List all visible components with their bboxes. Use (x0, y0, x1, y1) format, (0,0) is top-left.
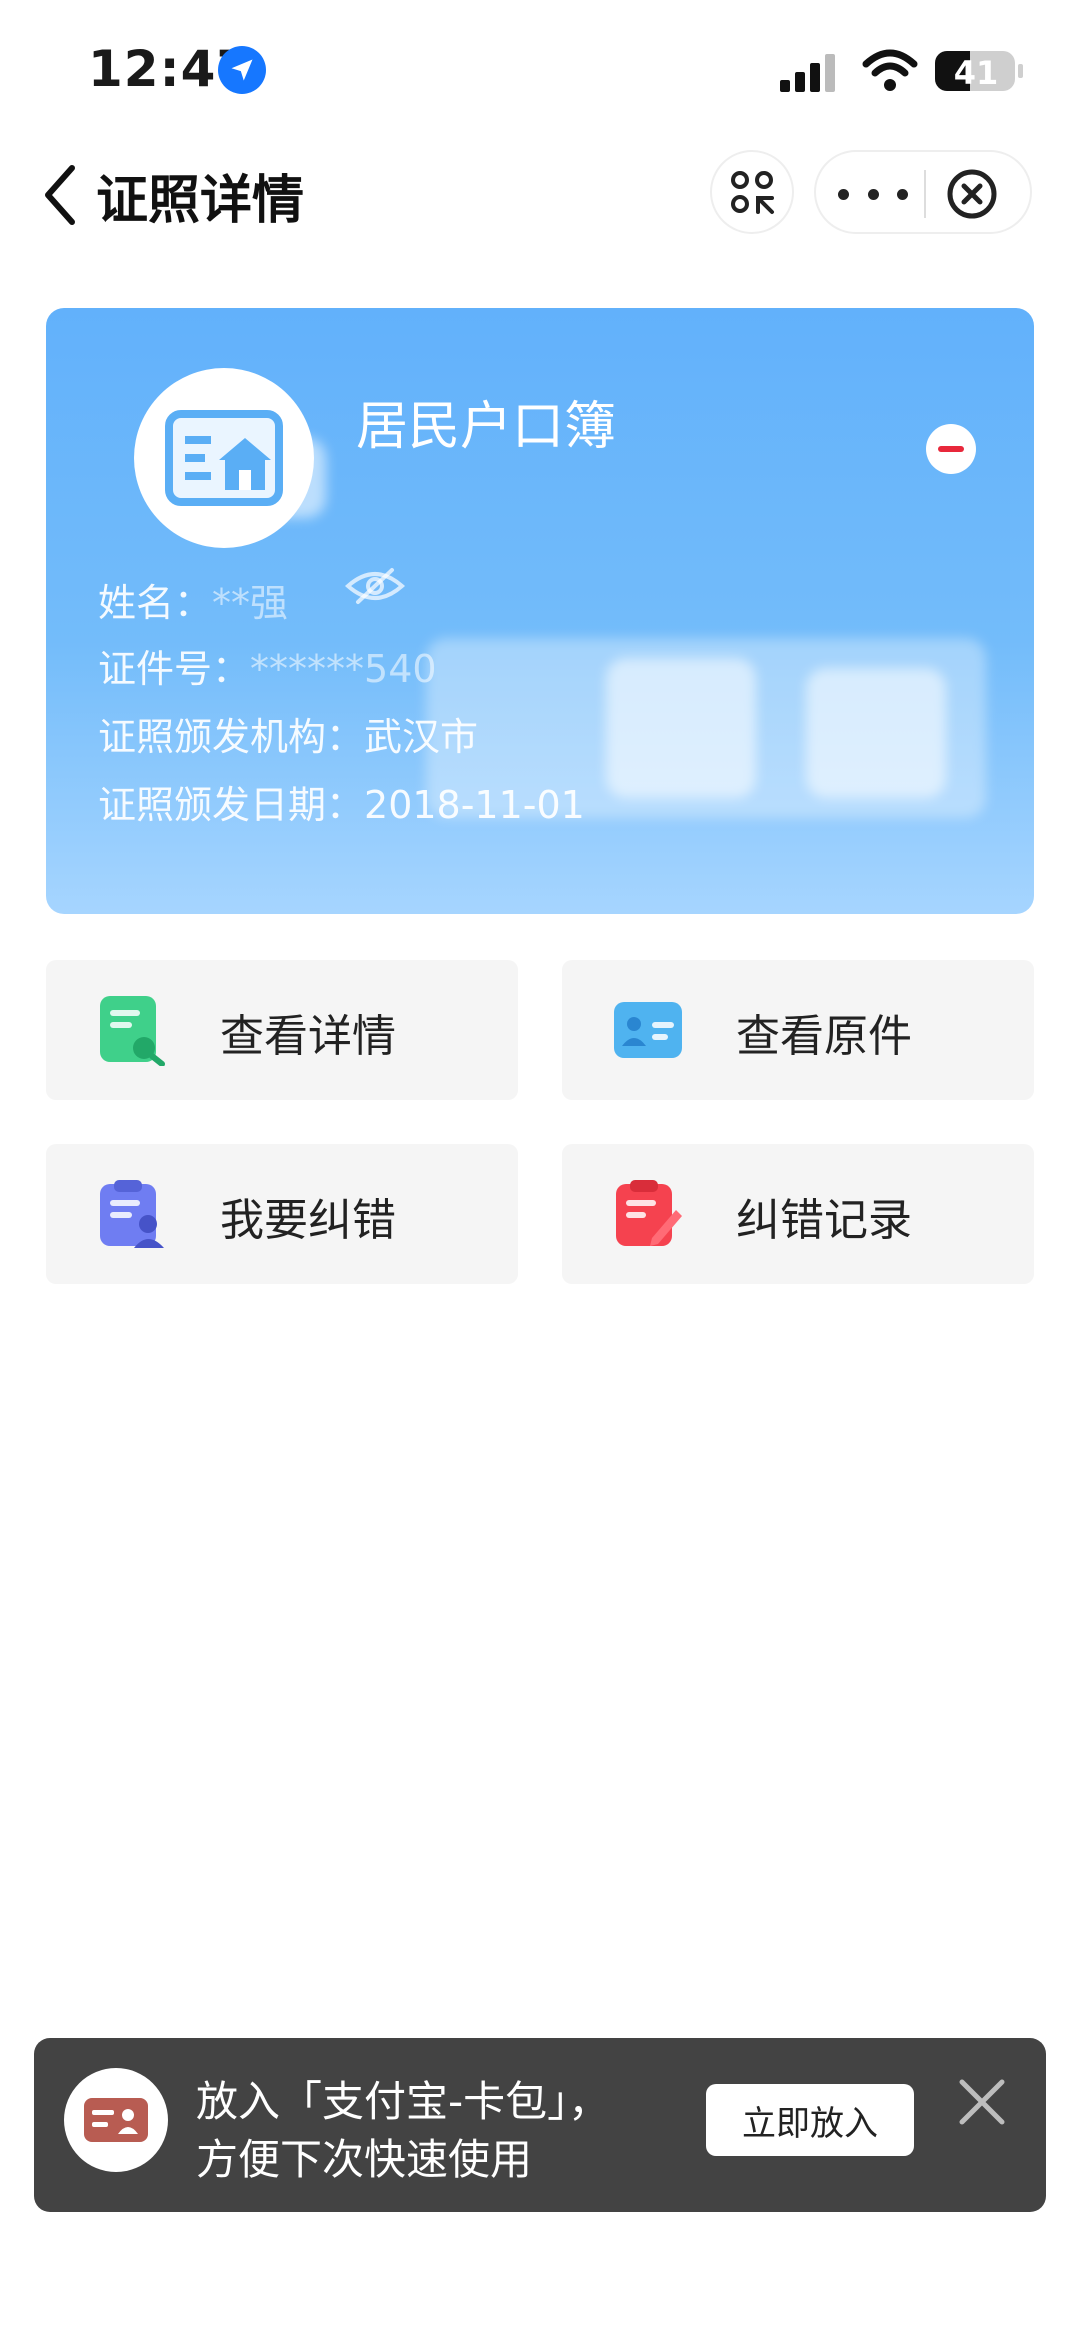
close-circle-icon[interactable] (946, 168, 998, 220)
status-indicators: 41 (780, 48, 1080, 98)
view-original-button[interactable]: 查看原件 (562, 960, 1034, 1100)
error-records-label: 纠错记录 (736, 1195, 912, 1246)
scan-icon (731, 171, 774, 214)
capsule-divider (924, 170, 926, 218)
remove-card-button[interactable] (926, 424, 976, 474)
field-id-number: 证件号：******540 (98, 647, 437, 691)
battery-level: 41 (953, 54, 999, 92)
add-now-button[interactable]: 立即放入 (706, 2084, 914, 2156)
household-register-icon (165, 410, 283, 506)
error-records-button[interactable]: 纠错记录 (562, 1144, 1034, 1284)
clipboard-edit-icon (616, 1180, 682, 1246)
cellular-signal-icon (780, 54, 835, 92)
location-arrow-icon (218, 46, 266, 94)
clipboard-user-icon (100, 1180, 164, 1248)
card-wallet-avatar (64, 2068, 168, 2172)
report-error-button[interactable]: 我要纠错 (46, 1144, 518, 1284)
certificate-card[interactable]: 居民户口簿 姓名：**强 证件号：******540 证照颁发机构：武汉市 证照… (46, 308, 1034, 914)
add-to-wallet-banner: 放入「支付宝-卡包」， 方便下次快速使用 立即放入 (34, 2038, 1046, 2212)
field-issue-date-value: 2018-11-01 (364, 783, 585, 827)
id-card-icon (614, 1002, 682, 1058)
eye-off-icon[interactable] (344, 566, 406, 606)
view-details-button[interactable]: 查看详情 (46, 960, 518, 1100)
report-error-label: 我要纠错 (220, 1195, 396, 1246)
field-name-value: **强 (212, 581, 289, 625)
page-title: 证照详情 (96, 171, 305, 231)
status-bar: 12:47 41 (0, 0, 1080, 140)
back-arrow-icon[interactable] (40, 160, 80, 230)
scan-button[interactable] (710, 150, 794, 234)
close-icon[interactable] (954, 2074, 1010, 2130)
blur-patch (806, 668, 946, 798)
household-register-avatar (134, 368, 314, 548)
document-search-icon (100, 996, 165, 1066)
field-issuing-authority: 证照颁发机构：武汉市 (98, 715, 479, 759)
wifi-icon (862, 49, 918, 91)
navigation-bar: 证照详情 (0, 140, 1080, 250)
more-options-icon[interactable] (838, 172, 908, 216)
battery-icon: 41 (934, 50, 1026, 92)
field-issue-date: 证照颁发日期：2018-11-01 (98, 783, 585, 827)
view-details-label: 查看详情 (220, 1011, 396, 1062)
blur-patch (606, 658, 756, 798)
view-original-label: 查看原件 (736, 1011, 912, 1062)
minus-icon (938, 446, 964, 452)
card-wallet-icon (84, 2098, 148, 2142)
certificate-title: 居民户口簿 (356, 397, 617, 457)
field-issuing-authority-value: 武汉市 (364, 715, 479, 759)
banner-text-line1: 放入「支付宝-卡包」， (196, 2077, 611, 2126)
field-name: 姓名：**强 (98, 581, 289, 625)
banner-text-line2: 方便下次快速使用 (196, 2135, 533, 2184)
mini-program-capsule (814, 150, 1032, 234)
field-id-number-value: ******540 (250, 647, 437, 691)
